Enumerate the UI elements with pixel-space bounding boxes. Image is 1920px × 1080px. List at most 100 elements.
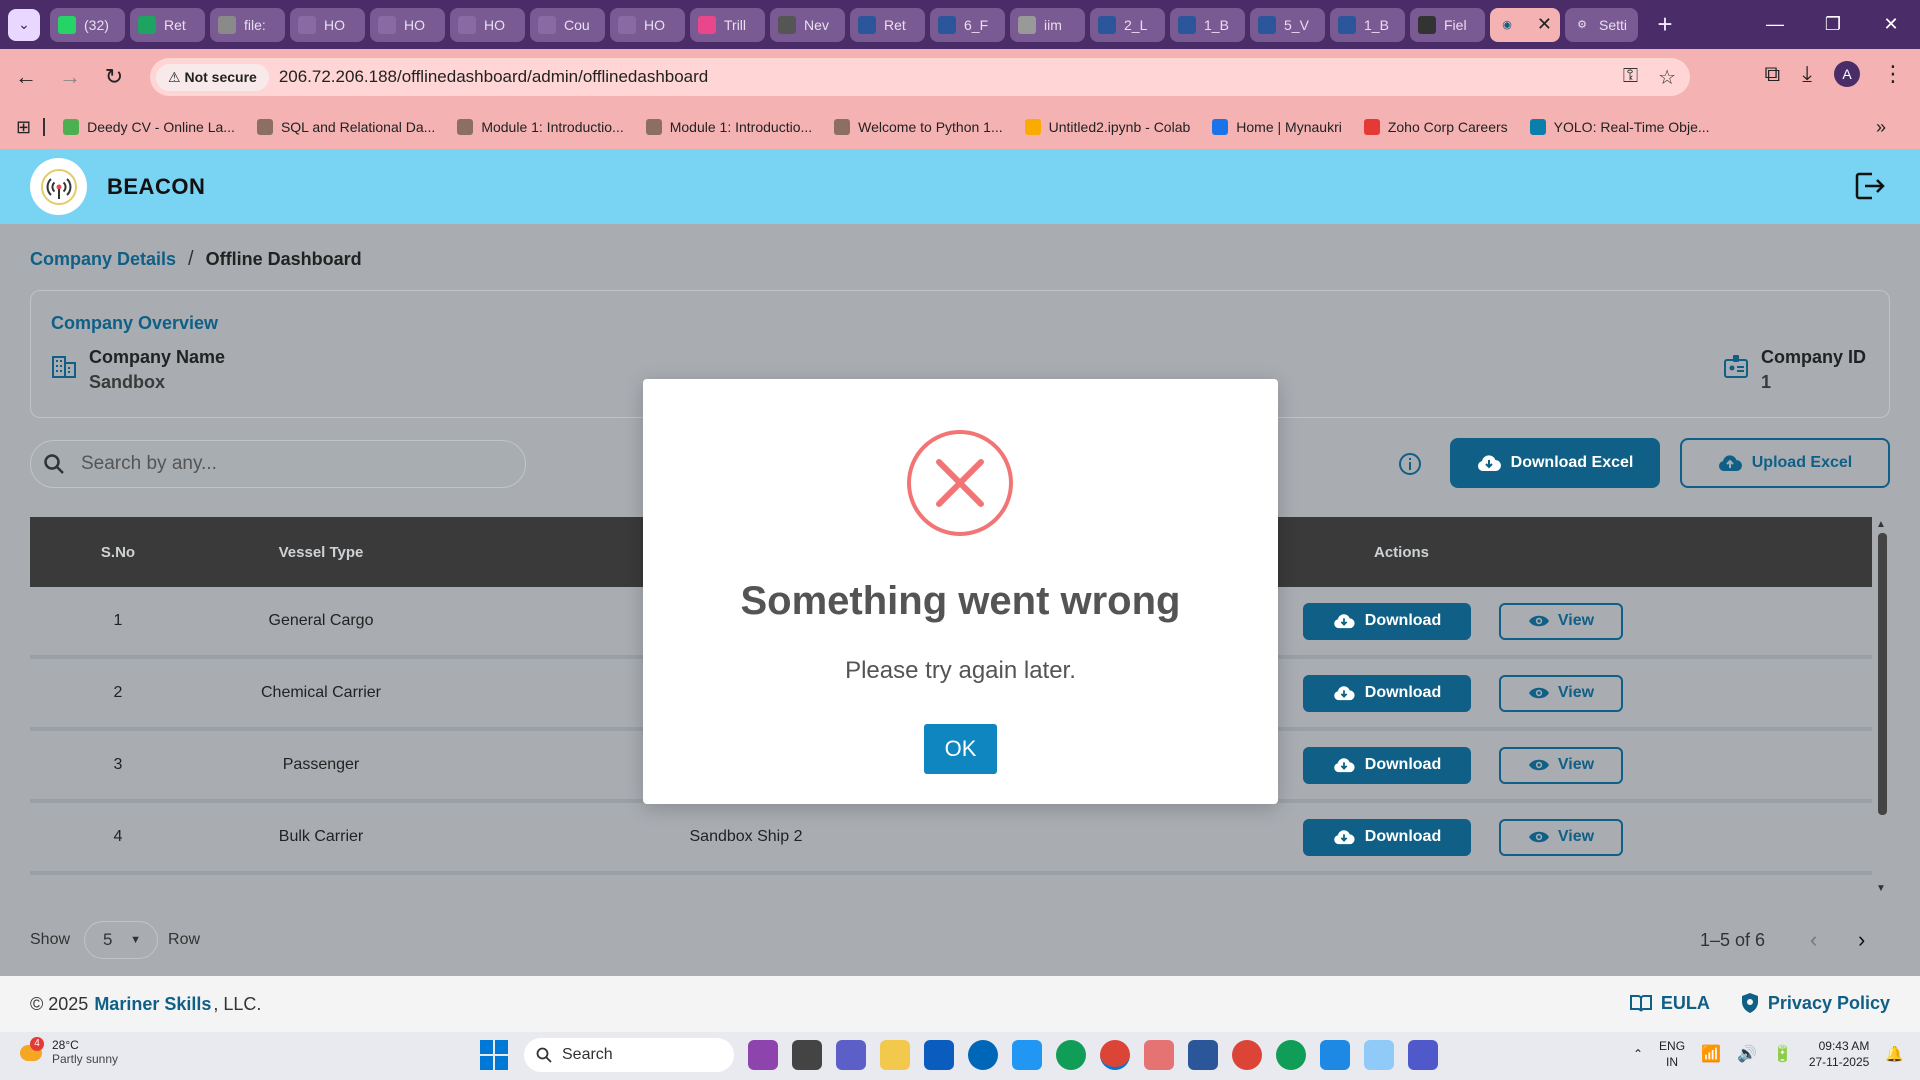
taskbar-search[interactable]: Search	[524, 1038, 734, 1072]
privacy-policy-link[interactable]: Privacy Policy	[1740, 992, 1890, 1014]
url-text[interactable]: 206.72.206.188/offlinedashboard/admin/of…	[279, 67, 708, 87]
browser-tab[interactable]: Ret	[130, 7, 205, 42]
scrollbar-thumb[interactable]	[1878, 533, 1887, 815]
browser-tab[interactable]: HO	[290, 7, 365, 42]
battery-icon[interactable]: 🔋	[1773, 1044, 1793, 1064]
row-download-button[interactable]: Download	[1303, 818, 1471, 856]
ok-button[interactable]: OK	[924, 724, 997, 774]
bookmark-item[interactable]: SQL and Relational Da...	[256, 119, 435, 135]
browser-tab[interactable]: HO	[610, 7, 685, 42]
more-menu-icon[interactable]: ⋮	[1882, 61, 1904, 87]
browser-tab[interactable]: HO	[450, 7, 525, 42]
star-icon[interactable]: ☆	[1658, 65, 1676, 90]
store-icon[interactable]	[924, 1040, 954, 1070]
bookmark-item[interactable]: YOLO: Real-Time Obje...	[1529, 119, 1710, 135]
mariner-skills-link[interactable]: Mariner Skills	[94, 994, 211, 1015]
row-view-button[interactable]: View	[1499, 674, 1623, 712]
prev-page-icon[interactable]: ‹	[1810, 927, 1817, 953]
notification-bell-icon[interactable]: 🔔	[1885, 1045, 1904, 1063]
upload-excel-button[interactable]: Upload Excel	[1680, 438, 1890, 488]
row-view-button[interactable]: View	[1499, 818, 1623, 856]
beacon-logo[interactable]	[30, 158, 87, 215]
bookmark-item[interactable]: Deedy CV - Online La...	[63, 119, 235, 135]
bookmark-item[interactable]: Untitled2.ipynb - Colab	[1024, 119, 1190, 135]
windows-start-icon[interactable]	[480, 1040, 510, 1070]
scroll-up-icon[interactable]: ▲	[1876, 519, 1886, 530]
extensions-icon[interactable]: ⧉	[1765, 61, 1781, 87]
browser-tab[interactable]: (32)	[50, 7, 125, 42]
task-view-icon[interactable]	[792, 1040, 822, 1070]
bookmark-item[interactable]: Module 1: Introductio...	[457, 119, 624, 135]
copilot-icon[interactable]	[748, 1040, 778, 1070]
browser-tab[interactable]: Ret	[850, 7, 925, 42]
browser-tab[interactable]: Trill	[690, 7, 765, 42]
not-secure-badge[interactable]: ⚠ Not secure	[156, 63, 269, 91]
next-page-icon[interactable]: ›	[1858, 927, 1865, 953]
close-window-icon[interactable]: ✕	[1862, 14, 1920, 35]
more-bookmarks-icon[interactable]: »	[1876, 117, 1886, 138]
edge-icon[interactable]	[1056, 1040, 1086, 1070]
download-icon[interactable]: ⤓	[1802, 61, 1812, 87]
omnibox[interactable]: ⚠ Not secure 206.72.206.188/offlinedashb…	[150, 58, 1690, 96]
eula-link[interactable]: EULA	[1629, 992, 1710, 1014]
chrome-profile-2-icon[interactable]	[1276, 1040, 1306, 1070]
bookmark-item[interactable]: Home | Mynaukri	[1212, 119, 1342, 135]
search-input[interactable]: Search by any...	[30, 440, 526, 488]
clock[interactable]: 09:43 AM 27-11-2025	[1809, 1038, 1870, 1070]
row-view-button[interactable]: View	[1499, 602, 1623, 640]
chrome-icon[interactable]	[1100, 1040, 1130, 1070]
bookmark-item[interactable]: Welcome to Python 1...	[834, 119, 1003, 135]
browser-tab[interactable]: 2_L	[1090, 7, 1165, 42]
weather-widget[interactable]: 4 28°C Partly sunny	[18, 1037, 118, 1066]
row-download-button[interactable]: Download	[1303, 674, 1471, 712]
notepad-icon[interactable]	[1364, 1040, 1394, 1070]
minimize-icon[interactable]: —	[1746, 14, 1804, 35]
download-excel-button[interactable]: Download Excel	[1450, 438, 1660, 488]
new-tab-button[interactable]: +	[1649, 9, 1681, 41]
profile-avatar[interactable]: A	[1834, 61, 1860, 87]
key-icon[interactable]: ⚿	[1623, 65, 1638, 90]
back-icon[interactable]: ←	[4, 64, 48, 90]
forward-icon[interactable]: →	[48, 64, 92, 90]
teams-icon[interactable]	[1408, 1040, 1438, 1070]
snipping-tool-icon[interactable]	[1144, 1040, 1174, 1070]
browser-tab[interactable]: 1_B	[1330, 7, 1405, 42]
browser-tab[interactable]: Nev	[770, 7, 845, 42]
hp-icon[interactable]	[968, 1040, 998, 1070]
wifi-icon[interactable]: 📶	[1701, 1044, 1721, 1064]
language-indicator[interactable]: ENG IN	[1659, 1038, 1685, 1070]
table-scrollbar[interactable]: ▲ ▼	[1874, 517, 1890, 897]
scroll-down-icon[interactable]: ▼	[1876, 883, 1886, 894]
restore-icon[interactable]: ❐	[1804, 14, 1862, 35]
logout-icon[interactable]	[1854, 171, 1886, 206]
app-icon[interactable]	[1012, 1040, 1042, 1070]
browser-tab[interactable]: 5_V	[1250, 7, 1325, 42]
row-download-button[interactable]: Download	[1303, 746, 1471, 784]
rows-per-page-select[interactable]: 5 ▼	[84, 921, 159, 959]
active-tab[interactable]: ◉ ✕	[1490, 7, 1560, 42]
tab-settings[interactable]: ⚙ Setti	[1565, 7, 1638, 42]
browser-tab[interactable]: Fiel	[1410, 7, 1485, 42]
tab-search-button[interactable]: ⌄	[8, 8, 40, 41]
browser-tab[interactable]: 6_F	[930, 7, 1005, 42]
close-tab-icon[interactable]: ✕	[1537, 14, 1552, 35]
browser-tab[interactable]: 1_B	[1170, 7, 1245, 42]
volume-icon[interactable]: 🔊	[1737, 1044, 1757, 1064]
browser-tab[interactable]: HO	[370, 7, 445, 42]
photos-icon[interactable]	[1320, 1040, 1350, 1070]
browser-tab[interactable]: file:	[210, 7, 285, 42]
info-icon[interactable]	[1398, 452, 1422, 481]
breadcrumb-company-details[interactable]: Company Details	[30, 249, 176, 270]
row-download-button[interactable]: Download	[1303, 602, 1471, 640]
word-icon[interactable]	[1188, 1040, 1218, 1070]
bookmark-item[interactable]: Zoho Corp Careers	[1363, 119, 1508, 135]
bookmark-item[interactable]: Module 1: Introductio...	[645, 119, 812, 135]
reload-icon[interactable]: ↻	[92, 64, 136, 90]
apps-grid-icon[interactable]: ⊞	[16, 117, 31, 138]
chrome-profile-icon[interactable]	[1232, 1040, 1262, 1070]
row-view-button[interactable]: View	[1499, 746, 1623, 784]
browser-tab[interactable]: iim	[1010, 7, 1085, 42]
tray-chevron-icon[interactable]: ⌃	[1633, 1047, 1643, 1061]
file-explorer-icon[interactable]	[880, 1040, 910, 1070]
chat-icon[interactable]	[836, 1040, 866, 1070]
